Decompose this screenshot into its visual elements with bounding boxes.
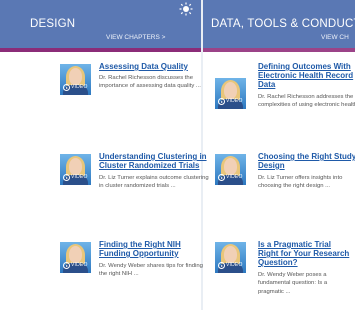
video-thumbnail[interactable]: VIDEO: [215, 78, 246, 109]
video-thumbnail[interactable]: VIDEO: [60, 64, 91, 95]
data-tools-conduct-header-title: DATA, TOOLS & CONDUCT: [211, 18, 355, 30]
item-description: Dr. Wendy Weber shares tips for finding …: [99, 263, 203, 278]
item-title-link[interactable]: Assessing Data Quality: [99, 62, 209, 71]
play-icon: VIDEO: [63, 261, 88, 270]
item-title-link[interactable]: Finding the Right NIH Funding Opportunit…: [99, 240, 199, 258]
item-description: Dr. Wendy Weber poses a fundamental ques…: [258, 272, 328, 295]
design-view-chapters-link[interactable]: VIEW CHAPTERS >: [106, 34, 165, 41]
item-title-link[interactable]: Choosing the Right Study Design: [258, 152, 355, 170]
item-description: Dr. Liz Turner explains outcome clusteri…: [99, 175, 209, 190]
item-description: Dr. Rachel Richesson discusses the impor…: [99, 75, 201, 90]
data-tools-conduct-header: DATA, TOOLS & CONDUCT VIEW CH: [203, 0, 355, 52]
play-icon: VIDEO: [218, 173, 243, 182]
data-tools-conduct-view-chapters-link[interactable]: VIEW CH: [321, 34, 349, 41]
video-thumbnail[interactable]: VIDEO: [60, 154, 91, 185]
design-header: DESIGN VIEW CHAPTERS >: [0, 0, 201, 52]
play-icon: VIDEO: [218, 97, 243, 106]
sun-icon: [179, 2, 193, 16]
video-thumbnail[interactable]: VIDEO: [215, 242, 246, 273]
design-header-accent-bar: [0, 48, 201, 52]
item-description: Dr. Rachel Richesson addresses the compl…: [258, 94, 355, 109]
item-title-link[interactable]: Defining Outcomes With Electronic Health…: [258, 62, 355, 89]
design-column: DESIGN VIEW CHAPTERS > VIDEO Assessing D…: [0, 0, 209, 310]
video-thumbnail[interactable]: VIDEO: [60, 242, 91, 273]
item-title-link[interactable]: Understanding Clustering in Cluster Rand…: [99, 152, 209, 170]
play-icon: VIDEO: [218, 261, 243, 270]
item-description: Dr. Liz Turner offers insights into choo…: [258, 175, 343, 190]
design-header-title: DESIGN: [30, 18, 76, 30]
video-thumbnail[interactable]: VIDEO: [215, 154, 246, 185]
data-tools-conduct-column: DATA, TOOLS & CONDUCT VIEW CH VIDEO Defi…: [203, 0, 355, 310]
item-title-link[interactable]: Is a Pragmatic Trial Right for Your Rese…: [258, 240, 352, 267]
data-header-accent-bar: [203, 48, 355, 52]
play-icon: VIDEO: [63, 83, 88, 92]
play-icon: VIDEO: [63, 173, 88, 182]
